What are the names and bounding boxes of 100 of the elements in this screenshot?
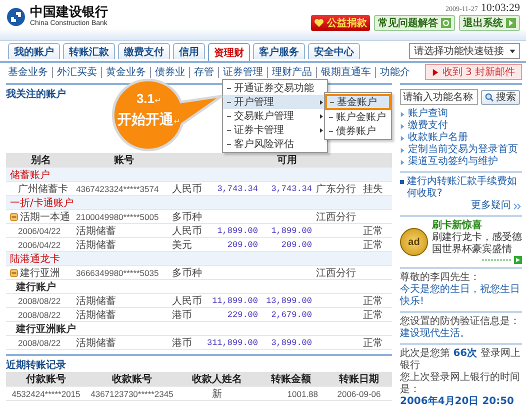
menu-item[interactable]: 证券卡管理 xyxy=(223,123,327,137)
greeting-text: 尊敬的李四先生： xyxy=(400,272,481,284)
collapse-icon[interactable] xyxy=(10,213,18,221)
table-cell-text: 江西分行 xyxy=(315,267,357,280)
more-link[interactable]: 更多疑问 xyxy=(471,200,511,212)
sidebar-link[interactable]: 账户查询 xyxy=(408,108,448,120)
security-phrase: 建设现代生活。 xyxy=(400,328,471,340)
faq-link[interactable]: 建行内转账汇款手续费如何收取? xyxy=(407,176,522,200)
subnav-link[interactable]: 黄金业务 xyxy=(101,66,150,78)
table-cell-text: 229.00 xyxy=(226,310,259,320)
subnav-link[interactable]: 基金业务 xyxy=(8,66,52,78)
dash-icon xyxy=(329,116,333,118)
table-cell-text: 311,899.00 xyxy=(206,338,259,348)
table-cell-text: 人民币 xyxy=(172,224,203,238)
table-cell-text: 广东分行 xyxy=(315,182,357,196)
table-cell-text: 209.00 xyxy=(280,240,313,250)
caret-icon xyxy=(508,46,517,56)
table-cell-text: 3,743.34 xyxy=(216,184,259,194)
column-header: 转账日期 xyxy=(338,372,380,386)
return-mark: ↵ xyxy=(174,117,180,126)
subnav-link[interactable]: 外汇买卖 xyxy=(52,66,101,78)
table-cell-text: 209.00 xyxy=(226,240,259,250)
header-button[interactable]: 退出系统 xyxy=(459,15,520,31)
heart-icon xyxy=(314,18,324,28)
table-cell-text: 1,899.00 xyxy=(270,226,313,236)
login-count-text: 此次是您第 66次 登录网上银行 xyxy=(400,348,522,372)
nav-tab[interactable]: 缴费支付 xyxy=(118,43,170,59)
table-cell-text: 2006-09-06 xyxy=(336,389,382,399)
sidebar-link[interactable]: 收款账户名册 xyxy=(408,132,468,144)
bullet-icon xyxy=(400,112,405,116)
header-button[interactable]: 常见问题解答 xyxy=(374,15,455,31)
table-cell-text: 2008/08/22 xyxy=(17,310,61,320)
table-cell-text: 3,899.00 xyxy=(270,338,313,348)
search-icon xyxy=(485,92,494,102)
ad-title: 刷卡新惊喜 xyxy=(432,220,483,232)
table-cell-text: 3666349980*****5035 xyxy=(76,268,160,278)
nav-tab[interactable]: 信用 xyxy=(173,43,205,59)
table-cell-text: 4367123730*****2345 xyxy=(90,389,174,399)
table-cell-text: 2008/08/22 xyxy=(17,296,61,306)
birthday-link[interactable]: 今天是您的生日，祝您生日快乐! xyxy=(400,284,522,308)
column-header: 收款人姓名 xyxy=(191,372,243,386)
collapse-icon[interactable] xyxy=(10,269,18,277)
menu-item[interactable]: 客户风险评估 xyxy=(223,137,327,151)
table-cell-text: 多币种 xyxy=(172,266,203,280)
bank-name: 中国建设银行 xyxy=(30,6,108,20)
group-label: 一折/卡通账户 xyxy=(9,196,74,210)
callout-text: 开始开通 xyxy=(118,112,174,128)
nav-tab[interactable]: 客户服务 xyxy=(253,43,305,59)
table-cell-text: 活期一本通 xyxy=(20,210,70,224)
search-field[interactable]: 请输入功能名称 xyxy=(400,89,478,105)
table-cell-text: 江西分行 xyxy=(315,211,357,224)
table-cell-text: 活期储蓄 xyxy=(76,238,117,252)
arrow-icon[interactable] xyxy=(482,256,522,264)
subnav-link[interactable]: 银期直通车 xyxy=(316,66,375,78)
sidebar-link[interactable]: 定制当前交易为登录首页 xyxy=(408,144,518,156)
menu-item[interactable]: 债券账户 xyxy=(325,124,391,138)
notice-banner[interactable]: 收到 3 封新邮件 xyxy=(425,64,522,80)
menu-item[interactable]: 开通证券交易功能 xyxy=(223,81,327,95)
sidebar-link[interactable]: 缴费支付 xyxy=(408,120,448,132)
table-cell-text: 4367423324*****3574 xyxy=(76,184,160,194)
sidebar-link[interactable]: 渠道互动签约与维护 xyxy=(408,156,498,168)
table-cell-text: 广州储蓄卡 xyxy=(17,182,68,196)
nav-tab[interactable]: 我的账户 xyxy=(8,43,60,59)
subnav-link[interactable]: 功能介 xyxy=(375,66,414,78)
column-header: 收款账号 xyxy=(111,372,153,386)
bullet-icon xyxy=(400,160,405,164)
double-chevron-icon xyxy=(513,202,522,210)
table-cell-text: 人民币 xyxy=(172,294,203,308)
nav-tab[interactable]: 转账汇款 xyxy=(63,43,115,59)
header-button[interactable]: 公益捐款 xyxy=(311,15,370,31)
table-cell-text: 13,899.00 xyxy=(265,296,313,306)
table-cell-text: 活期储蓄 xyxy=(76,224,117,238)
subnav-link[interactable]: 存管 xyxy=(189,66,218,78)
subgroup-label: 建行账户 xyxy=(14,280,57,294)
menu-item[interactable]: 交易账户管理 xyxy=(223,109,327,123)
menu-item[interactable]: 开户管理 xyxy=(223,95,327,109)
table-cell-text: 1,899.00 xyxy=(216,226,259,236)
table-cell-text: 多币种 xyxy=(172,210,203,224)
return-mark: ↵ xyxy=(154,96,162,105)
quick-link-select[interactable]: 请选择功能快速链接 xyxy=(409,43,520,59)
search-button[interactable]: 搜索 xyxy=(481,90,520,104)
table-cell-text: 2006/04/22 xyxy=(17,226,61,236)
table-cell-text: 正常 xyxy=(362,224,384,238)
column-header: 别名 xyxy=(30,154,52,167)
subnav-link[interactable]: 理财产品 xyxy=(267,66,316,78)
nav-tab[interactable]: 资理财 xyxy=(208,43,250,61)
menu-item[interactable]: 账户金账户 xyxy=(325,110,391,124)
menu-item[interactable]: 基金账户 xyxy=(325,94,391,110)
table-cell-text: 人民币 xyxy=(172,182,203,196)
subnav-link[interactable]: 证券管理 xyxy=(218,66,267,78)
bullet-icon xyxy=(400,148,405,152)
column-header: 转账金额 xyxy=(270,372,312,386)
table-cell-text: 活期储蓄 xyxy=(76,294,117,308)
ad-text: 刷建行龙卡，感受德国世界杯豪宾盛情 xyxy=(432,232,522,256)
subnav-link[interactable]: 债券业 xyxy=(150,66,189,78)
table-cell-text: 2100049980*****5005 xyxy=(76,212,160,222)
table-cell-text: 美元 xyxy=(172,238,193,252)
nav-tab[interactable]: 安全中心 xyxy=(308,43,360,59)
time-text: 10:03:29 xyxy=(480,2,520,14)
table-cell-text: 正常 xyxy=(362,294,384,308)
